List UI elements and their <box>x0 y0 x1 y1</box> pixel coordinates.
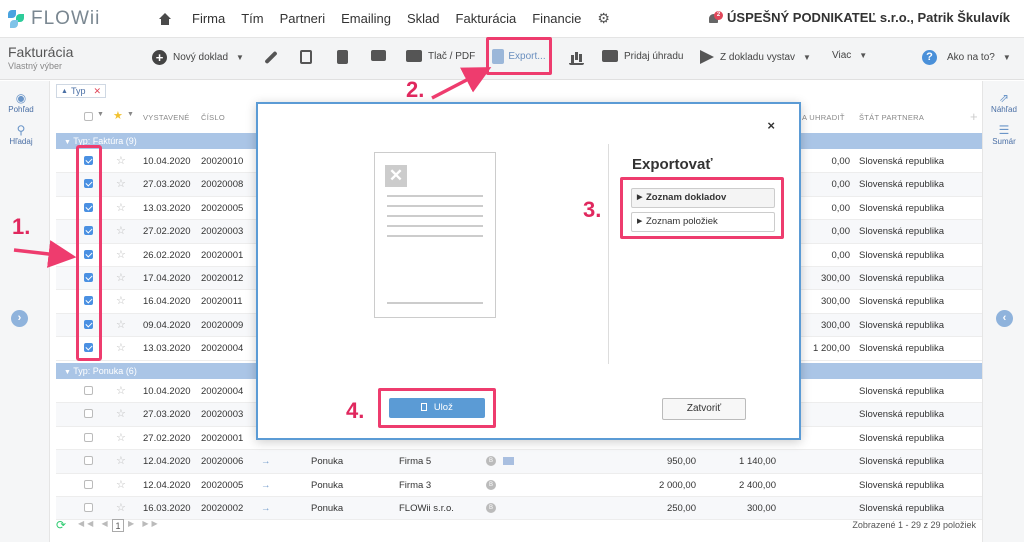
annotation-arrows <box>13 67 492 268</box>
arrow-step-2 <box>431 67 492 100</box>
arrow-step-1 <box>13 240 77 268</box>
